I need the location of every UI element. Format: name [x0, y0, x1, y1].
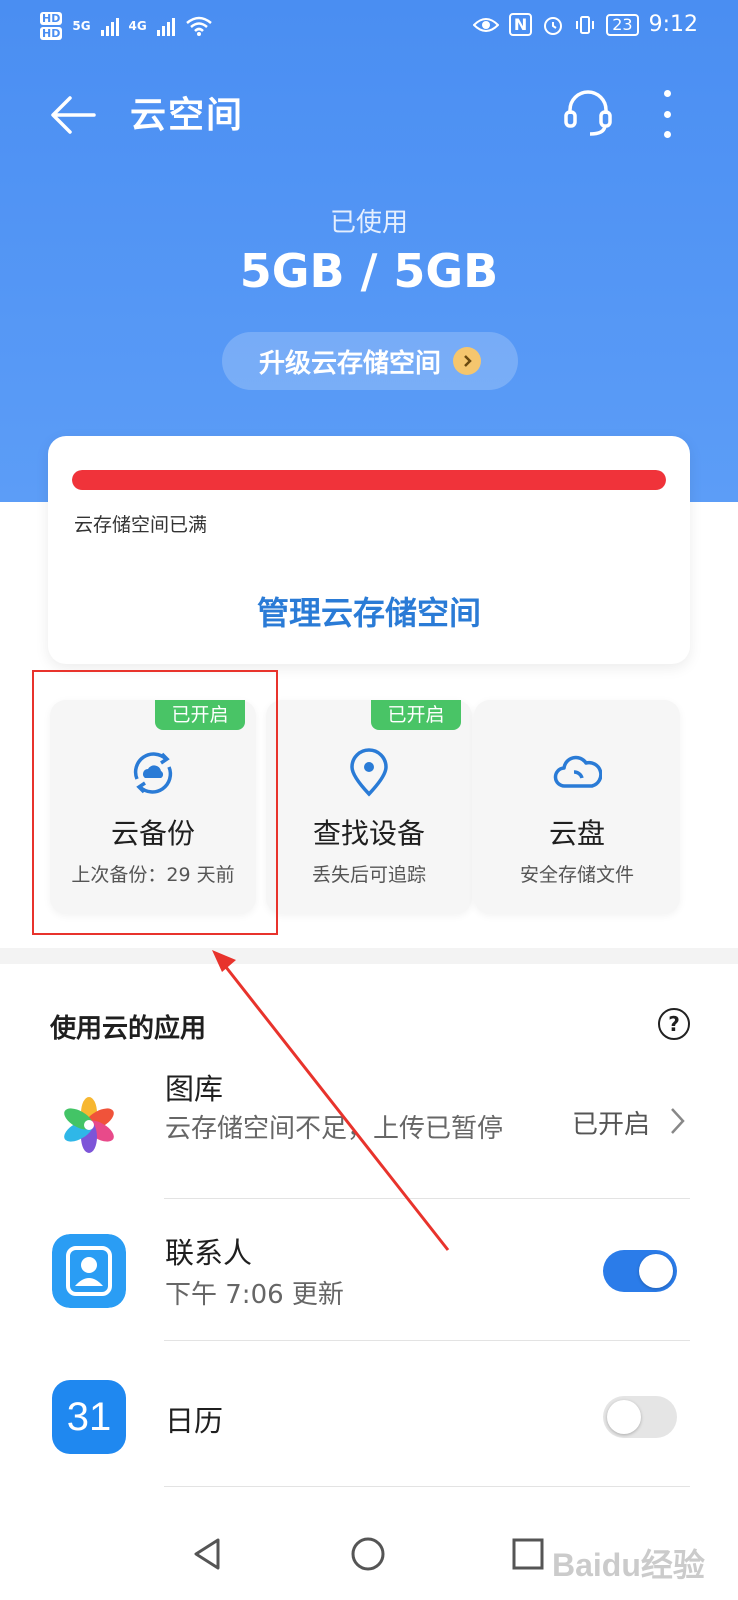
status-right: N 23 9:12 — [472, 12, 698, 37]
nav-recents-icon[interactable] — [508, 1534, 548, 1574]
back-arrow-icon[interactable] — [46, 88, 100, 142]
tile-subtitle: 丢失后可追踪 — [311, 864, 426, 886]
baidu-watermark: Baidu经验 — [552, 1547, 705, 1583]
hd-indicator-2: HD — [40, 27, 63, 40]
page-title: 云空间 — [130, 95, 245, 136]
storage-card: 云存储空间已满 管理云存储空间 — [48, 436, 690, 664]
network-4g: 4G — [128, 19, 147, 33]
app-status-detail: 云存储空间不足，上传已暂停 — [165, 1114, 504, 1144]
section-divider — [0, 948, 738, 964]
battery-icon: 23 — [606, 13, 639, 36]
chevron-right-icon — [453, 347, 481, 375]
nav-home-icon[interactable] — [348, 1534, 388, 1574]
app-row-gallery[interactable]: 图库 云存储空间不足，上传已暂停 已开启 — [0, 1066, 738, 1200]
eye-icon — [472, 17, 499, 32]
location-pin-icon — [350, 748, 388, 797]
app-name: 图库 — [165, 1072, 224, 1106]
help-icon[interactable]: ? — [658, 1008, 690, 1040]
cloud-space-screen: HD HD 5G 4G N 23 9:12 云空间 已使用 5GB / 5GB … — [0, 0, 738, 1600]
app-name: 联系人 — [165, 1236, 253, 1270]
gallery-icon — [52, 1088, 126, 1162]
wifi-icon — [185, 16, 212, 36]
nav-back-icon[interactable] — [188, 1534, 228, 1574]
app-update-time: 下午 7:06 更新 — [165, 1280, 344, 1310]
enabled-badge: 已开启 — [371, 700, 461, 730]
cloud-icon — [553, 755, 602, 788]
vibrate-icon — [576, 15, 595, 34]
signal-icon-2 — [156, 16, 175, 36]
app-name: 日历 — [165, 1404, 224, 1438]
app-sync-status: 已开启 — [572, 1110, 651, 1140]
tile-cloud-drive[interactable]: 云盘 安全存储文件 — [474, 700, 680, 914]
contacts-icon — [52, 1234, 126, 1308]
top-bar: 云空间 — [0, 78, 738, 150]
apps-section-title: 使用云的应用 — [50, 1014, 207, 1044]
status-bar: HD HD 5G 4G N 23 9:12 — [0, 0, 738, 56]
contacts-sync-toggle[interactable] — [603, 1250, 677, 1292]
hd-indicator-1: HD — [40, 12, 63, 25]
app-row-contacts: 联系人 下午 7:06 更新 — [0, 1230, 738, 1342]
annotation-highlight-box — [32, 670, 278, 935]
tile-subtitle: 安全存储文件 — [519, 864, 634, 886]
storage-progress-fill — [72, 470, 666, 490]
row-divider — [164, 1198, 690, 1199]
tile-name: 查找设备 — [312, 817, 425, 850]
row-divider — [164, 1486, 690, 1487]
usage-label: 已使用 — [329, 208, 408, 238]
nfc-icon: N — [508, 13, 533, 36]
clock: 9:12 — [648, 12, 698, 37]
more-options-icon[interactable] — [650, 84, 684, 144]
tile-find-device[interactable]: 已开启 查找设备 丢失后可追踪 — [266, 700, 472, 914]
signal-icon — [100, 16, 119, 36]
tile-name: 云盘 — [548, 817, 605, 850]
upgrade-storage-button[interactable]: 升级云存储空间 — [222, 332, 518, 390]
row-divider — [164, 1340, 690, 1341]
app-row-calendar: 31 日历 — [0, 1376, 738, 1487]
usage-value: 5GB / 5GB — [239, 244, 499, 298]
headset-icon[interactable] — [560, 84, 616, 140]
upgrade-storage-label: 升级云存储空间 — [258, 348, 441, 379]
calendar-sync-toggle[interactable] — [603, 1396, 677, 1438]
alarm-icon — [544, 16, 563, 35]
manage-storage-link[interactable]: 管理云存储空间 — [48, 588, 690, 634]
status-left: HD HD 5G 4G — [40, 12, 213, 40]
chevron-right-icon — [671, 1108, 685, 1134]
storage-status-text: 云存储空间已满 — [74, 514, 208, 536]
network-5g: 5G — [72, 19, 91, 33]
hd-indicators: HD HD — [40, 12, 63, 40]
calendar-icon: 31 — [52, 1380, 126, 1454]
storage-progress-bar — [72, 470, 666, 490]
